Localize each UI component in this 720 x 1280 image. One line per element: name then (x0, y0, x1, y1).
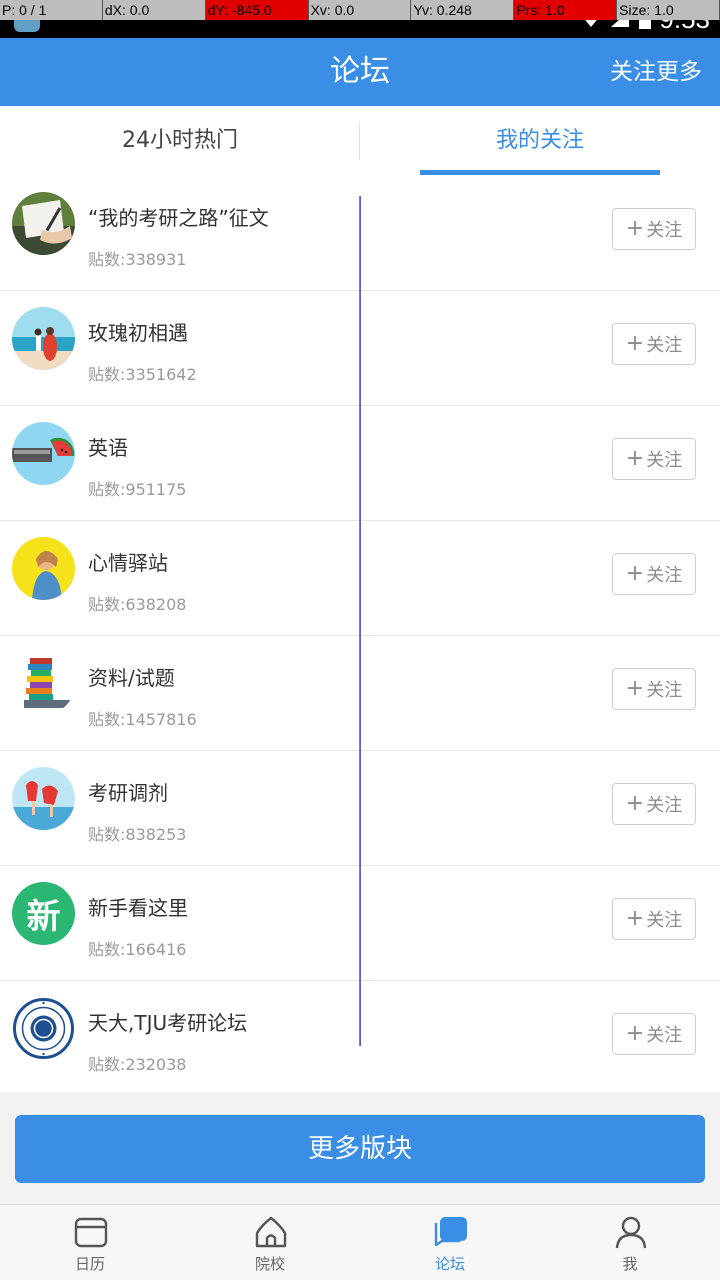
forum-title: 英语 (88, 436, 128, 460)
bottom-nav: 日历 院校 论坛 我 (0, 1204, 720, 1280)
school-icon (255, 1216, 287, 1248)
follow-label: 关注 (646, 565, 683, 586)
forum-title: 心情驿站 (88, 551, 168, 575)
user-icon (615, 1216, 647, 1249)
debug-dx: dX: 0.0 (102, 0, 206, 20)
follow-button[interactable]: + 关注 (612, 783, 696, 825)
active-tab-indicator (420, 170, 660, 175)
forum-title: 天大,TJU考研论坛 (88, 1011, 248, 1035)
debug-pressure: Prs: 1.0 (514, 0, 618, 20)
nav-item-forum[interactable]: 论坛 (360, 1205, 540, 1280)
plus-icon: + (625, 446, 645, 471)
follow-button[interactable]: + 关注 (612, 898, 696, 940)
status-bar: 9:53 P: 0 / 1 dX: 0.0 dY: -845.0 Xv: 0.0… (0, 0, 720, 38)
debug-xv: Xv: 0.0 (308, 0, 412, 20)
follow-button[interactable]: + 关注 (612, 438, 696, 480)
forum-post-count: 贴数:951175 (88, 480, 187, 499)
follow-button[interactable]: + 关注 (612, 668, 696, 710)
forum-avatar-beach-couple (12, 307, 75, 370)
nav-label: 论坛 (434, 1255, 465, 1273)
forum-avatar-books (12, 652, 75, 715)
follow-button[interactable]: + 关注 (612, 553, 696, 595)
plus-icon: + (625, 676, 645, 701)
forum-post-count: 贴数:338931 (88, 250, 187, 269)
debug-pointer: P: 0 / 1 (0, 0, 103, 20)
more-boards-area: 更多版块 (0, 1092, 720, 1204)
follow-more-button[interactable]: 关注更多 (610, 38, 702, 106)
forum-post-count: 贴数:638208 (88, 595, 187, 614)
forum-post-count: 贴数:166416 (88, 940, 187, 959)
tab-bar: 24小时热门 我的关注 (0, 106, 720, 176)
forum-title: 资料/试题 (88, 666, 175, 690)
app-root: 9:53 P: 0 / 1 dX: 0.0 dY: -845.0 Xv: 0.0… (0, 0, 720, 1280)
forum-avatar-new: 新 (12, 882, 75, 945)
forum-avatar-balloons (12, 767, 75, 830)
plus-icon: + (625, 561, 645, 586)
follow-label: 关注 (646, 910, 683, 931)
forum-title: 考研调剂 (88, 781, 168, 805)
follow-button[interactable]: + 关注 (612, 323, 696, 365)
pointer-debug-overlay: P: 0 / 1 dX: 0.0 dY: -845.0 Xv: 0.0 Yv: … (0, 0, 720, 20)
follow-label: 关注 (646, 220, 683, 241)
tab-my-follows[interactable]: 我的关注 (360, 106, 720, 176)
forum-title: 玫瑰初相遇 (88, 321, 188, 345)
nav-label: 我 (622, 1255, 638, 1273)
follow-label: 关注 (646, 795, 683, 816)
plus-icon: + (625, 791, 645, 816)
follow-label: 关注 (646, 1025, 683, 1046)
nav-item-calendar[interactable]: 日历 (0, 1205, 180, 1280)
forum-post-count: 贴数:232038 (88, 1055, 187, 1074)
calendar-icon (74, 1217, 108, 1248)
forum-avatar-girl (12, 537, 75, 600)
tab-hot-24h[interactable]: 24小时热门 (0, 106, 360, 176)
nav-item-school[interactable]: 院校 (180, 1205, 360, 1280)
debug-pointer-line (359, 196, 361, 1046)
follow-button[interactable]: + 关注 (612, 1013, 696, 1055)
chat-icon (434, 1217, 467, 1247)
follow-button[interactable]: + 关注 (612, 208, 696, 250)
follow-label: 关注 (646, 335, 683, 356)
forum-title: “我的考研之路”征文 (88, 206, 269, 230)
forum-post-count: 贴数:3351642 (88, 365, 197, 384)
plus-icon: + (625, 331, 645, 356)
plus-icon: + (625, 216, 645, 241)
follow-label: 关注 (646, 450, 683, 471)
forum-avatar-writing (12, 192, 75, 255)
forum-title: 新手看这里 (88, 896, 188, 920)
forum-post-count: 贴数:1457816 (88, 710, 197, 729)
nav-item-me[interactable]: 我 (540, 1205, 720, 1280)
forum-avatar-watermelon (12, 422, 75, 485)
nav-label: 院校 (254, 1255, 285, 1273)
new-badge-text: 新 (26, 897, 61, 937)
forum-post-count: 贴数:838253 (88, 825, 187, 844)
plus-icon: + (625, 1021, 645, 1046)
follow-label: 关注 (646, 680, 683, 701)
plus-icon: + (625, 906, 645, 931)
debug-size: Size: 1.0 (617, 0, 720, 20)
debug-yv: Yv: 0.248 (411, 0, 515, 20)
nav-label: 日历 (74, 1255, 105, 1273)
forum-avatar-tju-seal (12, 997, 75, 1060)
app-header: 论坛 关注更多 (0, 38, 720, 106)
debug-dy: dY: -845.0 (205, 0, 309, 20)
more-boards-button[interactable]: 更多版块 (15, 1115, 705, 1183)
